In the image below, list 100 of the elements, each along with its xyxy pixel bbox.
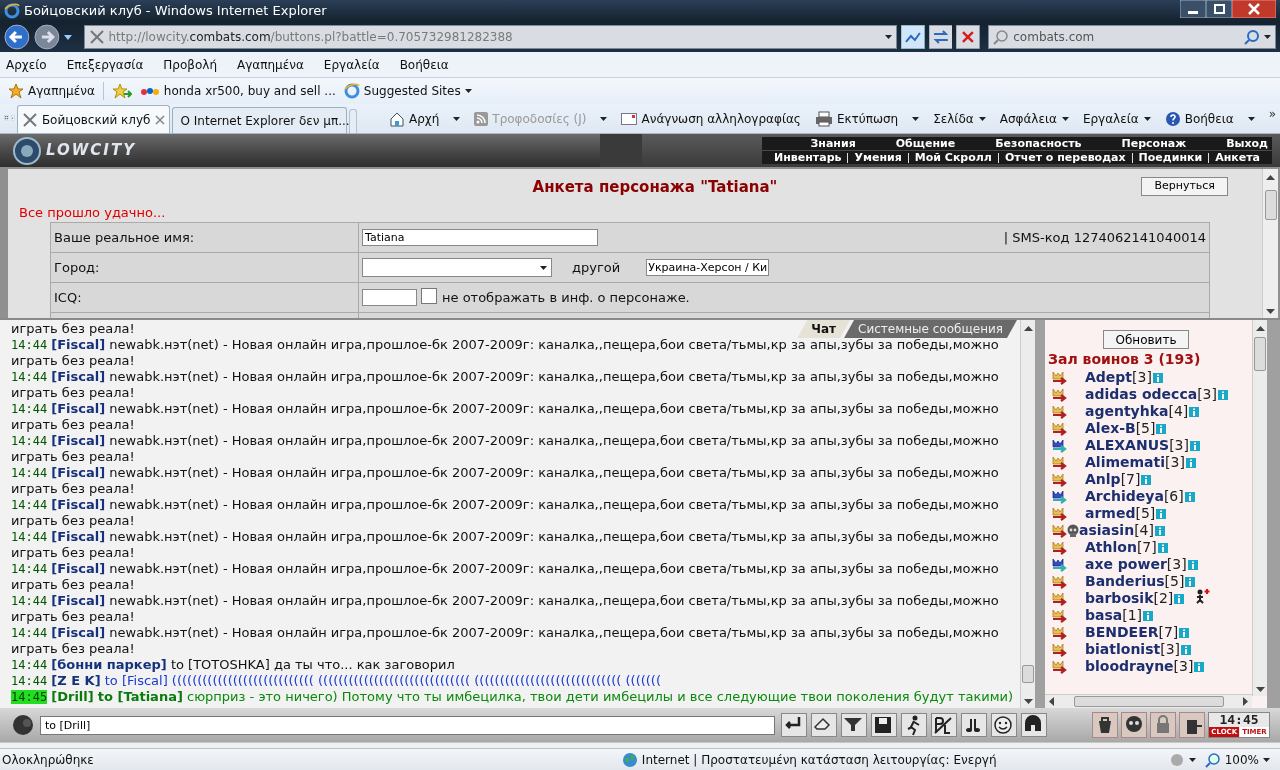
back-icon[interactable] [4,24,30,50]
minimize-icon[interactable] [1180,0,1206,18]
name-field[interactable]: Tatiana [362,229,598,246]
compatibility-icon[interactable] [900,25,925,49]
translit-icon[interactable] [931,713,957,737]
scroll-thumb[interactable] [1254,337,1266,371]
nav-link[interactable]: Мой Скролл [914,152,992,163]
chat-tab[interactable]: Чат [797,320,851,338]
nav-link[interactable]: Безопасность [995,138,1082,149]
nav-link[interactable]: Анкета [1215,152,1260,163]
scrollbar[interactable] [1020,320,1035,708]
eraser-icon[interactable] [811,713,837,737]
info-icon[interactable] [1157,542,1168,553]
back-button[interactable]: Вернуться [1141,177,1228,196]
nav-link[interactable]: Персонаж [1121,138,1187,149]
close-icon[interactable] [1232,0,1276,18]
search-field[interactable]: combats.com [988,25,1276,49]
menu-item[interactable]: Επεξεργασία [66,55,144,74]
info-icon[interactable] [1187,559,1198,570]
browser-tab[interactable]: Бойцовский клуб [16,105,170,133]
smiley-profile-icon[interactable] [10,714,36,736]
info-icon[interactable] [1152,372,1163,383]
scroll-left-icon[interactable] [1049,697,1054,706]
nav-link[interactable]: Поединки [1138,152,1203,163]
nav-link[interactable]: Выход [1226,138,1268,149]
info-icon[interactable] [1154,525,1165,536]
scrollbar[interactable] [1045,694,1252,708]
info-icon[interactable] [1156,423,1167,434]
address-field[interactable]: http://lowcity.combats.com/buttons.pl?battle=0.705732981282388 [83,25,897,49]
info-icon[interactable] [1185,576,1196,587]
stop-icon[interactable] [956,25,981,49]
smiley-icon[interactable] [991,713,1017,737]
info-icon[interactable] [1143,610,1154,621]
toolbar-button[interactable]: Εκτύπωση [814,110,920,128]
maximize-icon[interactable] [1206,0,1232,18]
caret-icon[interactable] [1263,35,1271,39]
scroll-down-icon[interactable] [1023,699,1033,704]
forward-icon[interactable] [33,24,60,50]
info-icon[interactable] [1141,474,1152,485]
icq-field[interactable] [362,289,417,306]
nav-link[interactable]: Инвентарь [774,152,842,163]
more-button[interactable]: » [1268,105,1276,123]
info-icon[interactable] [1184,491,1195,502]
caret-icon[interactable] [884,35,892,39]
toolbar-button[interactable]: Σελίδα [933,110,986,128]
scrollbar[interactable] [1252,320,1267,696]
toolbar-button[interactable]: Ασφάλεια [999,110,1069,128]
city-dropdown[interactable] [362,258,552,277]
favorite-link[interactable]: honda xr500, buy and sell ... [139,82,336,100]
scroll-up-icon[interactable] [1023,326,1033,331]
scrollbar[interactable] [1262,169,1278,318]
exit-icon[interactable] [1179,712,1205,738]
scroll-up-icon[interactable] [1266,175,1275,180]
menu-item[interactable]: Βοήθεια [399,55,449,74]
scroll-up-icon[interactable] [1255,326,1265,331]
toolbar-button[interactable]: Βοήθεια [1164,110,1255,128]
nav-link[interactable]: Общение [895,138,956,149]
refresh-button[interactable]: Обновить [1102,330,1190,349]
toolbar-button[interactable]: Εργαλεία [1082,110,1151,128]
info-icon[interactable] [1194,661,1205,672]
scroll-right-icon[interactable] [1243,697,1248,706]
info-icon[interactable] [1185,457,1196,468]
close-icon[interactable] [154,114,165,125]
info-icon[interactable] [1156,508,1167,519]
info-icon[interactable] [1174,593,1185,604]
favorite-link[interactable]: Αγαπημένα [8,82,95,100]
enter-icon[interactable] [781,713,807,737]
scroll-thumb[interactable] [1074,696,1224,707]
chat-tab[interactable]: Системные сообщения [844,320,1017,338]
add-favorite-icon[interactable] [111,83,132,99]
favorite-link[interactable]: Suggested Sites [343,82,472,100]
info-icon[interactable] [1217,389,1228,400]
scroll-down-icon[interactable] [1266,309,1275,314]
nav-link[interactable]: Знания [810,138,856,149]
helmet-icon[interactable] [1021,713,1047,737]
menu-item[interactable]: Αγαπημένα [237,55,304,74]
menu-item[interactable]: Προβολή [163,55,218,74]
menu-item[interactable]: Αρχείο [6,55,47,74]
checkbox[interactable] [421,287,437,304]
city-field[interactable]: Украина-Херсон / Ки [646,259,770,276]
scroll-thumb[interactable] [1022,665,1034,683]
nav-link[interactable]: Умения [854,152,902,163]
refresh-icon[interactable] [928,25,953,49]
browser-tab[interactable]: O Internet Explorer δεν μπ... [171,107,347,133]
zoom-button[interactable]: 100% [1204,750,1270,769]
runner-icon[interactable] [901,713,927,737]
security-icon[interactable] [1168,751,1197,768]
toolbar-button[interactable]: Ανάγνωση αλληλογραφίας [621,110,801,128]
caret-icon[interactable] [63,34,72,40]
bag-icon[interactable] [1092,712,1118,738]
save-icon[interactable] [871,713,897,737]
music-icon[interactable] [961,713,987,737]
nav-link[interactable]: Отчет о переводах [1004,152,1126,163]
chat-input[interactable]: to [Drill] [40,715,775,735]
info-icon[interactable] [1189,406,1200,417]
info-icon[interactable] [1179,627,1190,638]
mask-icon[interactable] [1121,712,1147,738]
scroll-down-icon[interactable] [1255,687,1265,692]
filter-icon[interactable] [841,713,867,737]
info-icon[interactable] [1181,644,1191,655]
